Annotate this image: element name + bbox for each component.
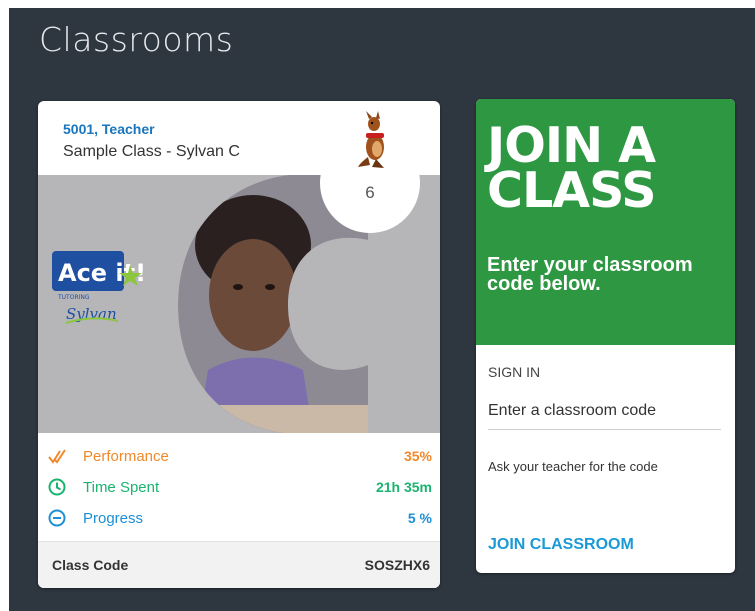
join-class-title: JOIN A CLASS [487, 117, 657, 219]
stat-performance: Performance 35% [38, 445, 440, 469]
sign-in-label: SIGN IN [488, 364, 541, 380]
page-background: Classrooms 5001, Teacher Sample Class - … [9, 8, 755, 611]
clock-icon [48, 478, 66, 496]
join-class-card: JOIN A CLASS Enter your classroom code b… [476, 99, 735, 573]
class-code-label: Class Code [52, 557, 129, 573]
performance-value: 35% [403, 448, 432, 464]
progress-label: Progress [83, 510, 144, 527]
class-stats: Performance 35% Time Spent 21h 35m Progr… [38, 433, 440, 537]
progress-value: 5 % [407, 510, 432, 526]
grade-number: 6 [365, 183, 375, 202]
ace-it-logo: Ace it! TUTORING Sylvan [52, 251, 146, 324]
teacher-name: 5001, Teacher [63, 121, 155, 137]
kangaroo-mascot-icon [358, 111, 384, 168]
join-classroom-button[interactable]: JOIN CLASSROOM [488, 536, 634, 554]
class-card-header: 5001, Teacher Sample Class - Sylvan C [38, 101, 440, 175]
help-text: Ask your teacher for the code [488, 459, 658, 474]
double-check-icon [48, 449, 66, 464]
class-code-value: SOSZHX6 [364, 557, 430, 573]
time-spent-label: Time Spent [83, 479, 160, 496]
stat-progress: Progress 5 % [38, 507, 440, 531]
minus-circle-icon [48, 509, 66, 527]
performance-label: Performance [83, 448, 169, 465]
class-name: Sample Class - Sylvan C [63, 143, 240, 160]
join-class-header: JOIN A CLASS Enter your classroom code b… [476, 99, 735, 345]
classroom-code-input[interactable] [488, 392, 721, 430]
stat-time-spent: Time Spent 21h 35m [38, 476, 440, 500]
class-code-bar: Class Code SOSZHX6 [38, 541, 440, 588]
join-class-subtitle: Enter your classroom code below. [487, 254, 693, 295]
logo-subtext: TUTORING [57, 294, 90, 301]
class-cover-image: 6 Ace it! TUTORING Sylvan [38, 175, 440, 433]
page-title: Classrooms [39, 20, 234, 59]
class-card[interactable]: 5001, Teacher Sample Class - Sylvan C 6 … [38, 101, 440, 588]
time-spent-value: 21h 35m [375, 479, 432, 495]
